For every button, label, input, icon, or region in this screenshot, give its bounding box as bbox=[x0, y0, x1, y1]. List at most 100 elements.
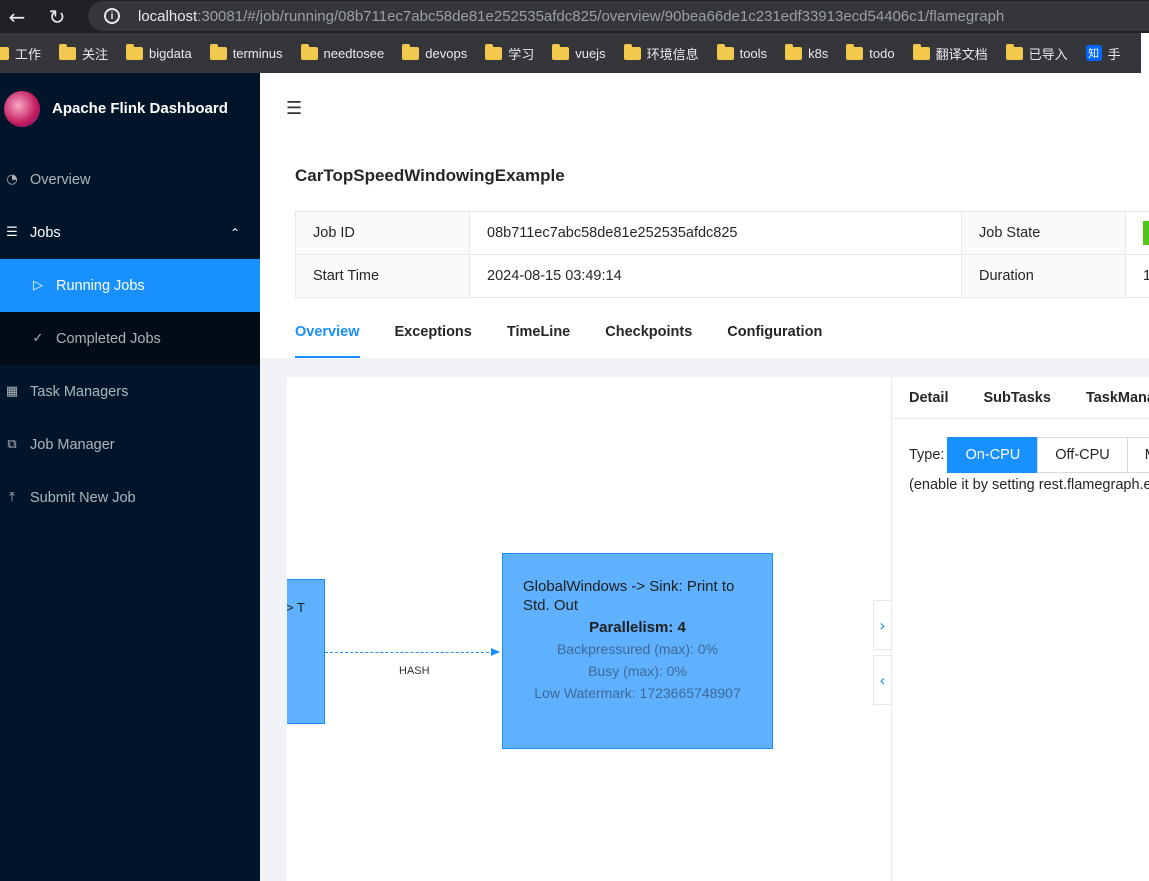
flamegraph-type-selector: Type: On-CPU Off-CPU Mixed bbox=[892, 437, 1149, 473]
app-title: Apache Flink Dashboard bbox=[52, 100, 228, 117]
sidebar-item-submit-job[interactable]: ⤒ Submit New Job bbox=[0, 471, 260, 524]
folder-icon bbox=[402, 43, 420, 60]
top-header: ☰ bbox=[260, 73, 1149, 144]
bookmark-folder[interactable]: k8s bbox=[785, 43, 828, 61]
main-content: CarTopSpeedWindowingExample Job ID 08b71… bbox=[260, 144, 1149, 881]
check-circle-icon: ✓ bbox=[32, 331, 44, 346]
folder-icon bbox=[623, 43, 641, 60]
bookmark-folder[interactable]: 已导入 bbox=[1005, 43, 1068, 63]
job-graph[interactable]: > T HASH GlobalWindows -> Sink: Print to… bbox=[287, 377, 891, 881]
schedule-icon: ▦ bbox=[5, 384, 19, 399]
reload-icon[interactable]: ↻ bbox=[40, 5, 74, 29]
back-icon[interactable]: ← bbox=[0, 5, 34, 29]
bookmark-zhihu[interactable]: 知手 bbox=[1085, 44, 1121, 63]
node-detail-panel: Detail SubTasks TaskManagers Type: On-CP… bbox=[891, 377, 1149, 881]
tab-subtasks[interactable]: SubTasks bbox=[984, 390, 1051, 406]
upload-icon: ⤒ bbox=[9, 490, 15, 505]
job-id-label: Job ID bbox=[295, 211, 470, 255]
menu-fold-icon[interactable]: ☰ bbox=[286, 98, 304, 119]
sidebar-item-label: Completed Jobs bbox=[56, 330, 161, 347]
node-busy: Busy (max): 0% bbox=[588, 663, 687, 679]
list-icon: ☰ bbox=[6, 225, 18, 240]
bookmark-folder[interactable]: 工作 bbox=[0, 44, 41, 63]
dashboard-icon: ◔ bbox=[6, 172, 18, 187]
folder-icon bbox=[1005, 43, 1023, 60]
tab-detail[interactable]: Detail bbox=[909, 390, 949, 406]
sidebar-item-completed-jobs[interactable]: ✓ Completed Jobs bbox=[0, 312, 260, 365]
folder-icon bbox=[846, 43, 864, 60]
mixed-radio[interactable]: Mixed bbox=[1126, 437, 1149, 473]
tab-configuration[interactable]: Configuration bbox=[727, 312, 822, 358]
url-host: localhost bbox=[138, 7, 198, 25]
folder-icon bbox=[785, 43, 803, 60]
bookmark-folder[interactable]: todo bbox=[846, 43, 895, 61]
chevron-left-icon[interactable]: ‹ bbox=[873, 655, 891, 705]
address-bar[interactable]: i localhost:30081/#/job/running/08b711ec… bbox=[88, 1, 1149, 31]
folder-icon bbox=[126, 43, 144, 60]
type-label: Type: bbox=[909, 447, 945, 463]
job-header: CarTopSpeedWindowingExample Job ID 08b71… bbox=[260, 144, 1149, 358]
sidebar-item-label: Jobs bbox=[30, 224, 61, 241]
page-title: CarTopSpeedWindowingExample bbox=[295, 166, 565, 185]
folder-icon bbox=[209, 43, 227, 60]
bookmark-folder[interactable]: needtosee bbox=[300, 43, 384, 61]
zhihu-icon: 知 bbox=[1085, 45, 1102, 61]
folder-icon bbox=[912, 43, 930, 60]
node-watermark: Low Watermark: 1723665748907 bbox=[534, 685, 741, 701]
edge-label: HASH bbox=[399, 665, 430, 677]
sidebar-item-job-manager[interactable]: ⧉ Job Manager bbox=[0, 418, 260, 471]
folder-icon bbox=[300, 43, 318, 60]
start-time-label: Start Time bbox=[295, 254, 470, 298]
sidebar-item-label: Task Managers bbox=[30, 383, 129, 400]
job-state-value bbox=[1125, 211, 1149, 255]
bookmark-folder[interactable]: terminus bbox=[209, 43, 283, 61]
sidebar-item-task-managers[interactable]: ▦ Task Managers bbox=[0, 365, 260, 418]
tab-taskmanagers[interactable]: TaskManagers bbox=[1086, 390, 1149, 406]
url-path: :30081/#/job/running/08b711ec7abc58de81e… bbox=[197, 7, 1005, 25]
job-tabs: Overview Exceptions TimeLine Checkpoints… bbox=[295, 312, 857, 358]
browser-toolbar: ← ↻ i localhost:30081/#/job/running/08b7… bbox=[0, 0, 1149, 33]
bookmark-folder[interactable]: 学习 bbox=[485, 43, 534, 63]
cluster-icon: ⧉ bbox=[7, 437, 17, 452]
graph-edge bbox=[325, 652, 499, 653]
sidebar-item-running-jobs[interactable]: ▷ Running Jobs bbox=[0, 259, 260, 312]
bookmark-folder[interactable]: bigdata bbox=[126, 43, 192, 61]
bookmark-folder[interactable]: 环境信息 bbox=[623, 43, 699, 63]
on-cpu-radio[interactable]: On-CPU bbox=[947, 437, 1039, 473]
chevron-right-icon[interactable]: › bbox=[873, 600, 891, 650]
tab-timeline[interactable]: TimeLine bbox=[507, 312, 570, 358]
tab-exceptions[interactable]: Exceptions bbox=[395, 312, 472, 358]
tab-overview[interactable]: Overview bbox=[295, 312, 360, 358]
chevron-up-icon: ⌃ bbox=[229, 225, 240, 240]
flink-logo bbox=[4, 90, 40, 127]
bookmark-folder[interactable]: tools bbox=[716, 43, 767, 61]
graph-node-sink[interactable]: GlobalWindows -> Sink: Print to Std. Out… bbox=[502, 553, 773, 749]
duration-label: Duration bbox=[961, 254, 1126, 298]
job-id-value: 08b711ec7abc58de81e252535afdc825 bbox=[469, 211, 962, 255]
bookmark-folder[interactable]: vuejs bbox=[552, 43, 606, 61]
node-parallelism: Parallelism: 4 bbox=[589, 619, 686, 636]
bookmark-folder[interactable]: devops bbox=[402, 43, 467, 61]
folder-icon bbox=[485, 43, 503, 60]
sidebar-header: Apache Flink Dashboard bbox=[0, 73, 260, 144]
folder-icon bbox=[552, 43, 570, 60]
status-badge bbox=[1143, 221, 1149, 245]
sidebar-item-label: Overview bbox=[30, 171, 91, 188]
sidebar-item-label: Running Jobs bbox=[56, 277, 145, 294]
info-icon[interactable]: i bbox=[104, 8, 120, 24]
play-circle-icon: ▷ bbox=[33, 278, 43, 293]
node-name: > T bbox=[287, 600, 305, 615]
folder-icon bbox=[716, 43, 734, 60]
sidebar-item-jobs[interactable]: ☰ Jobs ⌃ bbox=[0, 206, 260, 259]
off-cpu-radio[interactable]: Off-CPU bbox=[1037, 437, 1128, 473]
start-time-value: 2024-08-15 03:49:14 bbox=[469, 254, 962, 298]
graph-node-source[interactable]: > T bbox=[287, 579, 325, 724]
detail-tabs: Detail SubTasks TaskManagers bbox=[892, 377, 1149, 419]
bookmark-folder[interactable]: 关注 bbox=[59, 43, 108, 63]
bookmark-folder[interactable]: 翻译文档 bbox=[912, 43, 988, 63]
sidebar-item-overview[interactable]: ◔ Overview bbox=[0, 153, 260, 206]
edge-arrow bbox=[491, 648, 500, 656]
duration-value: 1 bbox=[1125, 254, 1149, 298]
tab-checkpoints[interactable]: Checkpoints bbox=[605, 312, 692, 358]
job-descriptions: Job ID 08b711ec7abc58de81e252535afdc825 … bbox=[295, 211, 1149, 298]
